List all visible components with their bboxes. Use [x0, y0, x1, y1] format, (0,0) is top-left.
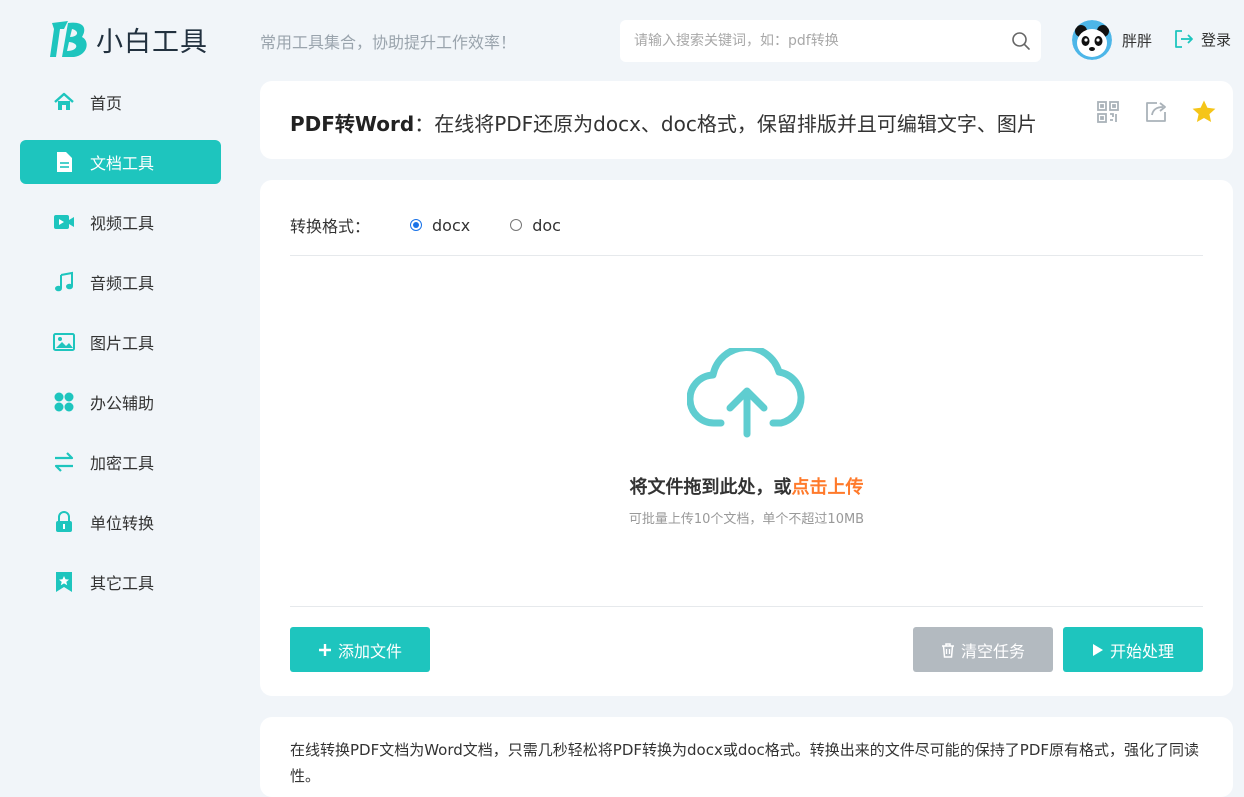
document-icon: [53, 151, 75, 173]
upload-limit-note: 可批量上传10个文档，单个不超过10MB: [628, 512, 865, 527]
sidebar-item-image[interactable]: 图片工具: [20, 320, 221, 364]
upload-instruction-text: 将文件拖到此处，或: [629, 477, 792, 498]
page-title: PDF转Word：在线将PDF还原为docx、doc格式，保留排版并且可编辑文字…: [290, 108, 1037, 137]
start-processing-button[interactable]: 开始处理: [1063, 627, 1203, 672]
add-file-label: 添加文件: [337, 641, 402, 661]
converter-panel: 转换格式： docx doc 将文件拖到此处，或点击上传 可批量上传10个文档，…: [260, 180, 1233, 696]
format-option-label: docx: [432, 215, 471, 235]
favorite-star-icon[interactable]: [1191, 99, 1217, 125]
sidebar-item-label: 图片工具: [90, 334, 155, 353]
lock-icon: [53, 511, 75, 533]
sidebar-item-office[interactable]: 办公辅助: [20, 380, 221, 424]
sidebar-item-label: 首页: [90, 94, 123, 113]
click-upload-link[interactable]: 点击上传: [792, 477, 864, 498]
username[interactable]: 胖胖: [1122, 30, 1152, 51]
clear-tasks-label: 清空任务: [960, 641, 1025, 661]
tool-title-card: PDF转Word：在线将PDF还原为docx、doc格式，保留排版并且可编辑文字…: [260, 81, 1233, 159]
home-icon: [53, 91, 75, 113]
sidebar-item-video[interactable]: 视频工具: [20, 200, 221, 244]
music-icon: [53, 271, 75, 293]
login-button[interactable]: 登录: [1173, 28, 1231, 50]
format-option-doc[interactable]: doc: [510, 216, 561, 235]
start-processing-label: 开始处理: [1109, 641, 1174, 661]
clear-tasks-button[interactable]: 清空任务: [913, 627, 1053, 672]
sidebar-item-label: 文档工具: [90, 154, 155, 173]
sidebar-item-other[interactable]: 其它工具: [20, 560, 221, 604]
sidebar-item-encryption[interactable]: 加密工具: [20, 440, 221, 484]
tool-name: PDF转Word: [290, 112, 415, 136]
file-drop-zone[interactable]: 将文件拖到此处，或点击上传 可批量上传10个文档，单个不超过10MB: [290, 256, 1203, 606]
user-profile[interactable]: 胖胖: [1072, 20, 1152, 60]
trash-icon: [941, 642, 955, 658]
search-icon[interactable]: [1011, 31, 1031, 51]
radio-unchecked-icon[interactable]: [510, 219, 523, 231]
sidebar-item-label: 视频工具: [90, 214, 155, 233]
sidebar-nav: 首页 文档工具 视频工具 音频工具 图片工具 办公辅助 加密工具 单位转换 其它…: [20, 80, 221, 620]
avatar[interactable]: [1072, 20, 1112, 60]
sidebar-item-audio[interactable]: 音频工具: [20, 260, 221, 304]
logo-text: 小白工具: [96, 26, 208, 58]
qr-code-icon[interactable]: [1095, 99, 1121, 125]
video-icon: [53, 211, 75, 233]
sidebar-item-label: 加密工具: [90, 454, 155, 473]
sidebar-item-label: 办公辅助: [90, 394, 155, 413]
format-selector: 转换格式： docx doc: [290, 213, 601, 237]
login-label: 登录: [1201, 30, 1232, 49]
search-bar[interactable]: [620, 20, 1041, 62]
logo[interactable]: 小白工具: [48, 17, 208, 61]
image-icon: [53, 331, 75, 353]
logo-icon: [50, 21, 87, 57]
swap-icon: [53, 451, 75, 473]
slogan: 常用工具集合，协助提升工作效率！: [260, 33, 517, 52]
play-icon: [1092, 643, 1104, 657]
sidebar-item-label: 单位转换: [90, 514, 155, 533]
title-actions: [1095, 99, 1217, 125]
share-icon[interactable]: [1143, 99, 1169, 125]
format-option-label: doc: [532, 215, 561, 235]
divider: [290, 606, 1203, 607]
sidebar-item-home[interactable]: 首页: [20, 80, 221, 124]
add-file-button[interactable]: 添加文件: [290, 627, 430, 672]
upload-instruction: 将文件拖到此处，或点击上传: [290, 473, 1203, 499]
description-text: 在线转换PDF文档为Word文档，只需几秒轻松将PDF转换为docx或doc格式…: [290, 741, 1199, 785]
logout-icon: [1175, 30, 1193, 48]
sidebar-item-documents[interactable]: 文档工具: [20, 140, 221, 184]
bookmark-star-icon: [53, 571, 75, 593]
search-input[interactable]: [632, 32, 1011, 50]
grid-icon: [53, 391, 75, 413]
panda-avatar-icon: [1072, 20, 1112, 60]
format-label: 转换格式：: [290, 217, 371, 236]
format-option-docx[interactable]: docx: [410, 216, 470, 235]
tool-description-card: 在线转换PDF文档为Word文档，只需几秒轻松将PDF转换为docx或doc格式…: [260, 717, 1233, 797]
sidebar-item-unit-conversion[interactable]: 单位转换: [20, 500, 221, 544]
plus-icon: [318, 643, 332, 657]
sidebar-item-label: 其它工具: [90, 574, 155, 593]
sidebar-item-label: 音频工具: [90, 274, 155, 293]
radio-checked-icon[interactable]: [410, 219, 423, 231]
cloud-upload-icon: [687, 348, 805, 438]
tool-description: ：在线将PDF还原为docx、doc格式，保留排版并且可编辑文字、图片: [414, 112, 1037, 136]
